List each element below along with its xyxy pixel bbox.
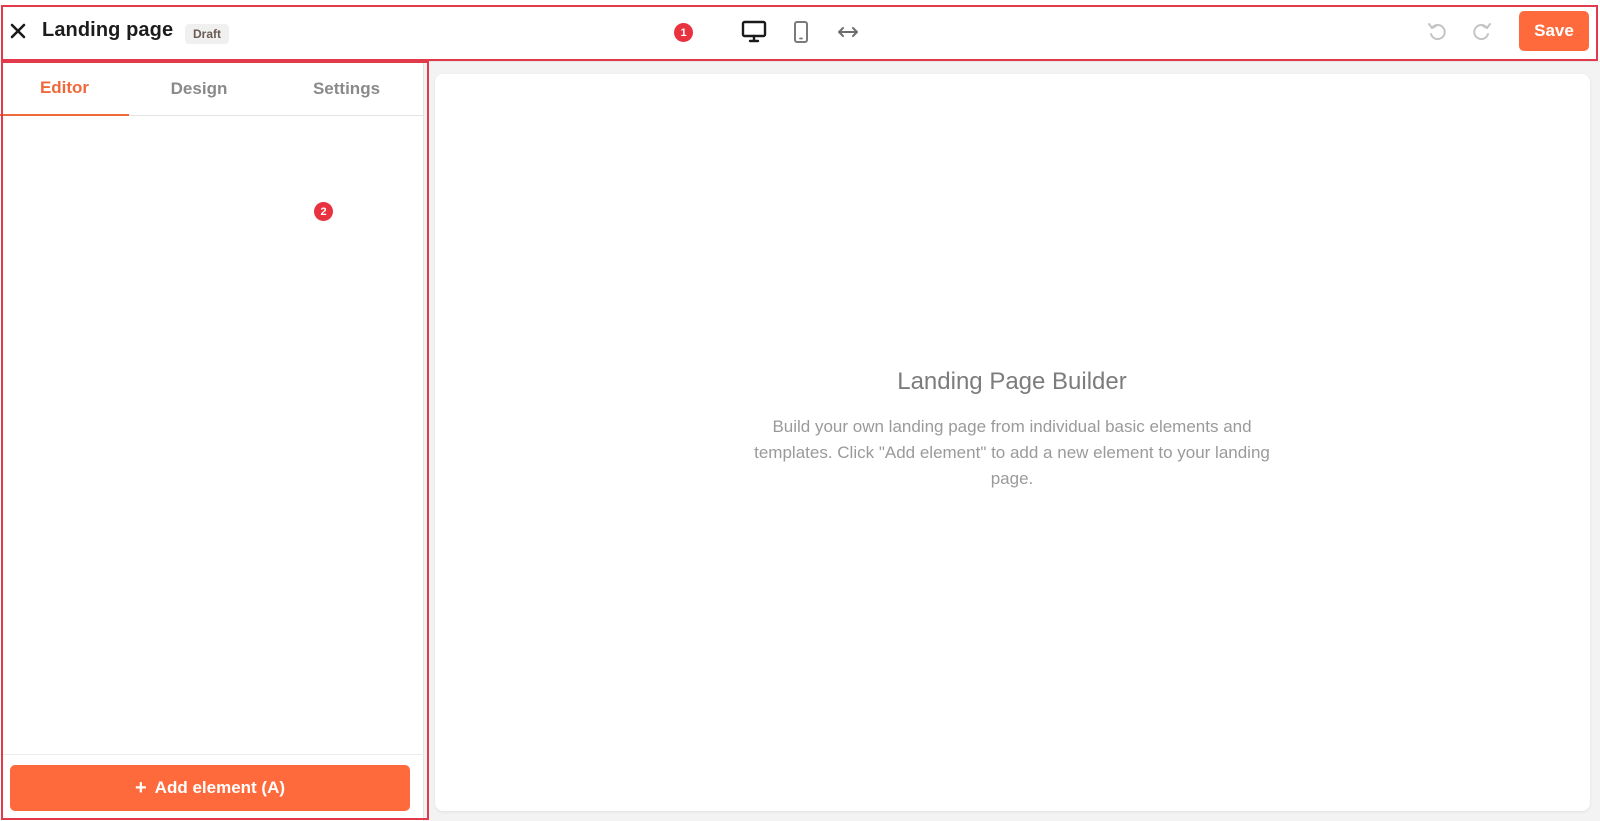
tab-settings[interactable]: Settings	[269, 62, 424, 116]
desktop-view-button[interactable]	[738, 16, 770, 48]
close-icon	[10, 23, 26, 39]
close-button[interactable]	[6, 17, 30, 45]
annotation-marker: 2	[314, 202, 333, 221]
undo-button[interactable]	[1424, 18, 1450, 44]
element-list	[0, 117, 424, 757]
desktop-icon	[741, 20, 767, 43]
top-bar: Landing page Draft Save	[0, 0, 1600, 62]
sidebar-footer: + Add element (A)	[0, 754, 424, 821]
arrows-horizontal-icon	[838, 27, 858, 37]
page-canvas-area: Landing Page Builder Build your own land…	[424, 62, 1600, 821]
landing-page-editor: Landing page Draft Save Editor Design Se…	[0, 0, 1600, 821]
add-element-label: Add element (A)	[154, 778, 286, 797]
editor-sidebar: Editor Design Settings + Add element (A)	[0, 62, 424, 821]
tab-editor[interactable]: Editor	[0, 62, 129, 116]
mobile-view-button[interactable]	[785, 16, 817, 48]
full-width-view-button[interactable]	[832, 16, 864, 48]
redo-icon	[1473, 23, 1491, 41]
annotation-marker: 1	[674, 23, 693, 42]
empty-state: Landing Page Builder Build your own land…	[712, 368, 1312, 492]
empty-state-title: Landing Page Builder	[897, 368, 1127, 395]
page-canvas[interactable]: Landing Page Builder Build your own land…	[435, 74, 1590, 811]
add-element-button[interactable]: + Add element (A)	[10, 765, 410, 811]
page-title: Landing page	[42, 19, 174, 41]
mobile-icon	[794, 21, 808, 43]
save-button[interactable]: Save	[1519, 11, 1589, 51]
empty-state-description: Build your own landing page from individ…	[754, 417, 1270, 488]
sidebar-tabs: Editor Design Settings	[0, 62, 424, 116]
undo-icon	[1428, 23, 1446, 41]
tab-design[interactable]: Design	[129, 62, 269, 116]
plus-icon: +	[134, 777, 147, 799]
redo-button[interactable]	[1469, 18, 1495, 44]
status-badge: Draft	[185, 24, 230, 44]
